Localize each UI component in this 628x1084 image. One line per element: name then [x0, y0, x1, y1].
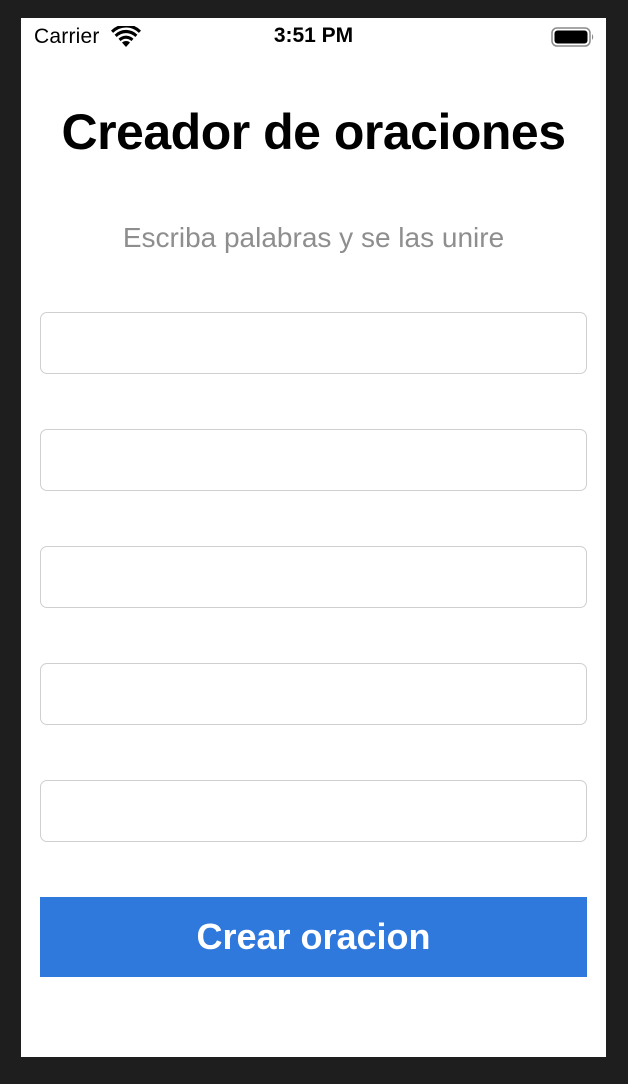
word-field-1[interactable]	[40, 312, 587, 374]
status-time: 3:51 PM	[273, 24, 354, 47]
page-subtitle: Escriba palabras y se las unire	[122, 222, 505, 253]
page-title: Creador de oraciones	[61, 104, 566, 160]
status-bar: Carrier 3:51 PM	[21, 18, 606, 58]
battery-icon	[551, 27, 594, 47]
word-field-3[interactable]	[40, 546, 587, 608]
create-sentence-button[interactable]: Crear oracion	[40, 897, 587, 977]
word-field-5[interactable]	[40, 780, 587, 842]
word-field-2[interactable]	[40, 429, 587, 491]
word-field-4[interactable]	[40, 663, 587, 725]
device-screen: Carrier 3:51 PM Creador de oraciones Esc…	[21, 18, 606, 1057]
